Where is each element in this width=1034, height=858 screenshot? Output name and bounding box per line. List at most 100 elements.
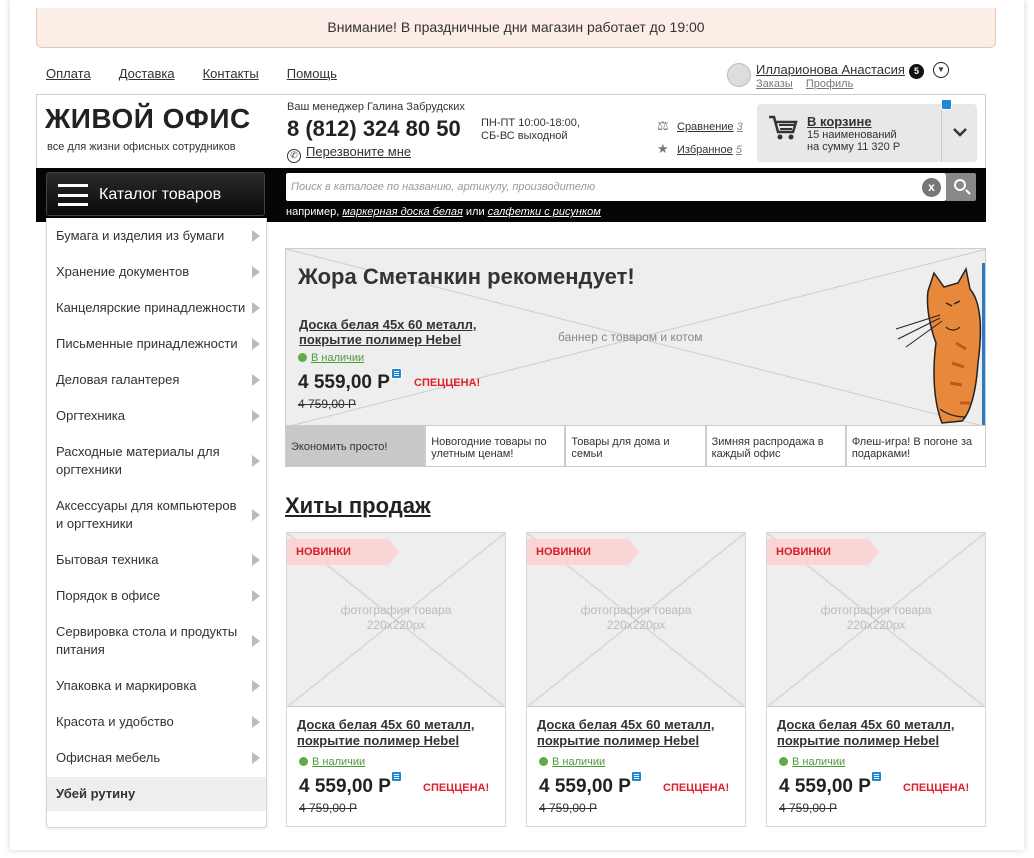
chevron-right-icon: [252, 230, 260, 242]
sale-label: СПЕЦЦЕНА!: [663, 782, 730, 794]
banner-tab[interactable]: Флеш-игра! В погоне за подарками!: [845, 426, 987, 467]
profile-link[interactable]: Профиль: [806, 78, 854, 90]
working-hours: ПН-ПТ 10:00-18:00, СБ-ВС выходной: [481, 117, 580, 142]
menu-item[interactable]: Сервировка стола и продукты питания: [47, 623, 260, 659]
search-bar: Каталог товаров Поиск в каталоге по назв…: [36, 168, 986, 222]
menu-item[interactable]: Оргтехника: [47, 407, 266, 425]
menu-item[interactable]: Канцелярские принадлежности: [47, 299, 266, 317]
product-stock: В наличии: [539, 756, 605, 768]
clear-icon[interactable]: x: [922, 178, 941, 197]
menu-item[interactable]: Расходные материалы для оргтехники: [47, 443, 260, 479]
site-logo[interactable]: ЖИВОЙ ОФИС: [45, 103, 251, 135]
link-help[interactable]: Помощь: [287, 66, 337, 81]
menu-item[interactable]: Упаковка и маркировка: [47, 677, 266, 695]
banner-placeholder: баннер с товаром и котом: [558, 330, 703, 344]
product-image[interactable]: фотография товара 220х220рх НОВИНКИ: [287, 533, 505, 707]
chevron-right-icon: [252, 410, 260, 422]
menu-item[interactable]: Порядок в офисе: [47, 587, 266, 605]
promo-banner[interactable]: Жора Сметанкин рекомендует! Доска белая …: [285, 248, 986, 426]
search-input[interactable]: Поиск в каталоге по названию, артикулу, …: [286, 173, 946, 201]
product-name-link[interactable]: Доска белая 45х 60 металл, покрытие поли…: [777, 717, 977, 749]
banner-tab[interactable]: Товары для дома и семьи: [565, 426, 706, 467]
menu-item[interactable]: Красота и удобство: [47, 713, 266, 731]
chevron-right-icon: [252, 338, 260, 350]
cart-title: В корзине: [807, 114, 872, 129]
menu-item[interactable]: Аксессуары для компьютеров и оргтехники: [47, 497, 260, 533]
callback-label: Перезвоните мне: [306, 144, 412, 159]
banner-sale-label: СПЕЦЦЕНА!: [414, 377, 481, 389]
chevron-right-icon: [252, 374, 260, 386]
banner-product-link[interactable]: Доска белая 45х 60 металл, покрытие поли…: [299, 317, 489, 347]
in-stock-dot-icon: [779, 757, 788, 766]
cart-widget[interactable]: В корзине 15 наименований на сумму 11 32…: [757, 99, 977, 162]
chevron-right-icon: [252, 752, 260, 764]
new-badge: НОВИНКИ: [767, 539, 879, 565]
sale-label: СПЕЦЦЕНА!: [423, 782, 490, 794]
product-name-link[interactable]: Доска белая 45х 60 металл, покрытие поли…: [537, 717, 737, 749]
sale-label: СПЕЦЦЕНА!: [903, 782, 970, 794]
phone-number: 8 (812) 324 80 50: [287, 116, 461, 141]
image-placeholder: фотография товара 220х220рх: [340, 603, 452, 632]
compare-link[interactable]: ⚖ Сравнение 3: [657, 115, 743, 138]
chevron-right-icon: [252, 716, 260, 728]
chevron-down-icon[interactable]: ▼: [933, 62, 949, 78]
avatar[interactable]: [727, 63, 751, 87]
banner-tab[interactable]: Зимняя распродажа в каждый офис: [705, 426, 846, 467]
example-link-2[interactable]: салфетки с рисунком: [488, 206, 601, 218]
chevron-down-icon[interactable]: [941, 104, 977, 162]
search-examples: например, маркерная доска белая или салф…: [286, 206, 601, 218]
new-badge: НОВИНКИ: [287, 539, 399, 565]
menu-item[interactable]: Хранение документов: [47, 263, 266, 281]
old-price: 4 759,00 Р: [539, 801, 598, 815]
catalog-sidebar: Бумага и изделия из бумаги Хранение доку…: [46, 218, 267, 828]
product-price: 4 559,00 Р: [299, 776, 391, 797]
banner-stock: В наличии: [298, 352, 364, 364]
product-image[interactable]: фотография товара 220х220рх НОВИНКИ: [767, 533, 985, 707]
chevron-right-icon: [252, 266, 260, 278]
callback-link[interactable]: ✆ Перезвоните мне: [287, 144, 411, 163]
product-image[interactable]: фотография товара 220х220рх НОВИНКИ: [527, 533, 745, 707]
product-price: 4 559,00 Р: [539, 776, 631, 797]
menu-item[interactable]: Бытовая техника: [47, 551, 266, 569]
manager-label: Ваш менеджер Галина Забрудских: [287, 101, 465, 113]
image-placeholder: фотография товара 220х220рх: [820, 603, 932, 632]
compare-favorites: ⚖ Сравнение 3 ★ Избранное 5: [657, 115, 743, 161]
in-stock-dot-icon: [298, 353, 307, 362]
search-placeholder: Поиск в каталоге по названию, артикулу, …: [291, 181, 596, 193]
menu-item[interactable]: Офисная мебель: [47, 749, 266, 767]
menu-item[interactable]: Деловая галантерея: [47, 371, 266, 389]
product-price: 4 559,00 Р: [779, 776, 871, 797]
chevron-right-icon: [252, 455, 260, 467]
banner-tab-active[interactable]: Экономить просто!: [285, 426, 426, 467]
example-link-1[interactable]: маркерная доска белая: [342, 206, 463, 218]
notification-count-badge: 5: [909, 64, 924, 79]
old-price: 4 759,00 Р: [299, 801, 358, 815]
orders-link[interactable]: Заказы: [756, 78, 793, 90]
note-badge-icon: [631, 771, 642, 782]
link-payment[interactable]: Оплата: [46, 66, 91, 81]
user-name-link[interactable]: Илларионова Анастасия: [756, 62, 905, 77]
cart-summary: 15 наименований на сумму 11 320 Р: [807, 129, 901, 153]
in-stock-dot-icon: [539, 757, 548, 766]
cart-icon: [769, 115, 798, 140]
menu-item-highlighted[interactable]: Убей рутину: [47, 777, 266, 811]
link-delivery[interactable]: Доставка: [119, 66, 175, 81]
product-name-link[interactable]: Доска белая 45х 60 металл, покрытие поли…: [297, 717, 497, 749]
banner-tabs: Экономить просто! Новогодние товары по у…: [285, 426, 987, 467]
search-icon: [954, 179, 966, 191]
product-card: фотография товара 220х220рх НОВИНКИ Доск…: [526, 532, 746, 827]
menu-item[interactable]: Бумага и изделия из бумаги: [47, 227, 266, 245]
banner-old-price: 4 759,00 Р: [298, 397, 357, 411]
banner-title: Жора Сметанкин рекомендует!: [298, 264, 635, 289]
user-sub-links: Заказы Профиль: [756, 78, 863, 90]
favorites-link[interactable]: ★ Избранное 5: [657, 138, 743, 161]
chevron-right-icon: [252, 509, 260, 521]
banner-tab[interactable]: Новогодние товары по улетным ценам!: [425, 426, 566, 467]
top-links: Оплата Доставка Контакты Помощь: [46, 66, 365, 81]
menu-item[interactable]: Письменные принадлежности: [47, 335, 266, 353]
catalog-button[interactable]: Каталог товаров: [46, 172, 265, 216]
new-badge: НОВИНКИ: [527, 539, 639, 565]
search-button[interactable]: [946, 173, 976, 201]
link-contacts[interactable]: Контакты: [203, 66, 259, 81]
hits-section-title[interactable]: Хиты продаж: [285, 493, 431, 519]
